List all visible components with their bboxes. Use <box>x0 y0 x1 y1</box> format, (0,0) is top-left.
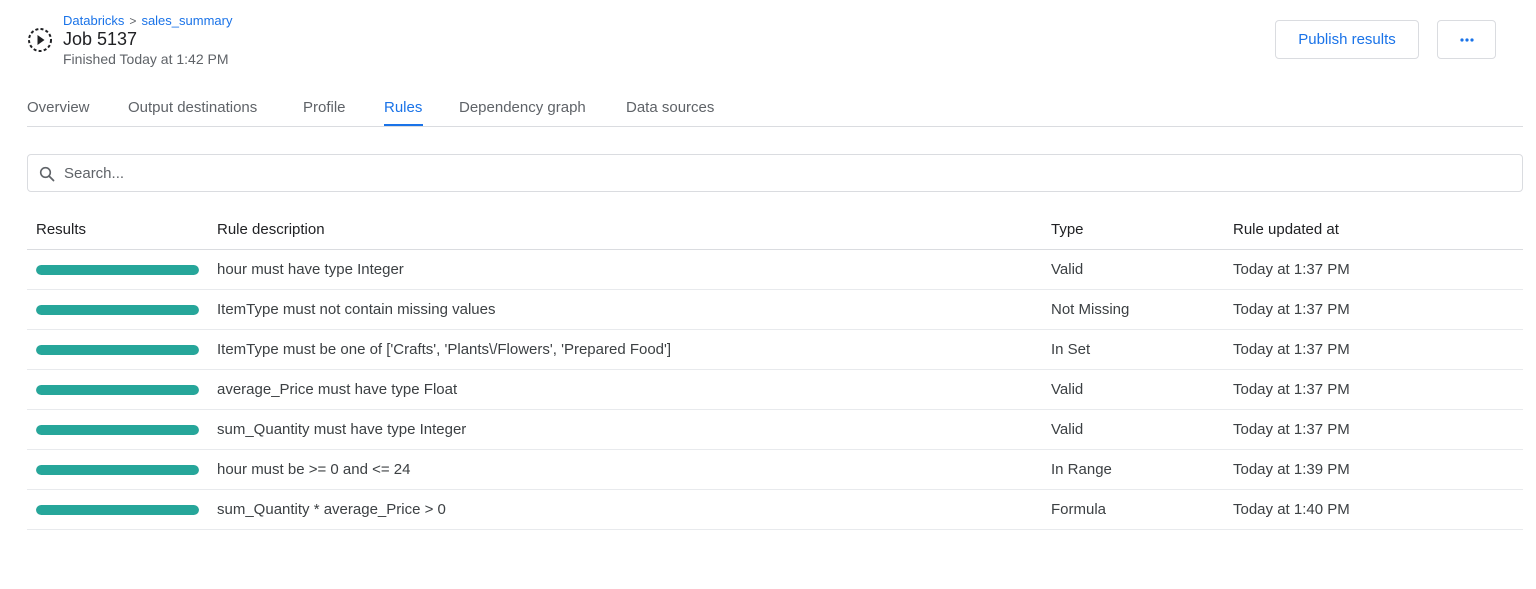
search-icon <box>39 166 55 182</box>
result-bar <box>36 385 199 395</box>
table-header: Results Rule description Type Rule updat… <box>27 210 1523 250</box>
table-row[interactable]: sum_Quantity * average_Price > 0 Formula… <box>27 490 1523 530</box>
rule-updated-at: Today at 1:37 PM <box>1233 341 1350 358</box>
result-bar <box>36 345 199 355</box>
tab-profile[interactable]: Profile <box>303 99 346 116</box>
breadcrumb-sales-summary[interactable]: sales_summary <box>141 13 232 28</box>
page-title: Job 5137 <box>63 29 138 49</box>
column-header-rule-updated-at[interactable]: Rule updated at <box>1233 210 1339 250</box>
result-bar <box>36 305 199 315</box>
rule-description: ItemType must be one of ['Crafts', 'Plan… <box>217 341 672 358</box>
rules-table: Results Rule description Type Rule updat… <box>27 210 1523 530</box>
play-circle-icon <box>28 28 52 52</box>
result-bar-fill <box>36 425 199 435</box>
column-header-type[interactable]: Type <box>1051 210 1084 250</box>
search-input[interactable] <box>64 160 1504 186</box>
result-bar <box>36 505 199 515</box>
rule-type: Valid <box>1051 381 1084 398</box>
tab-bar: Overview Output destinations Profile Rul… <box>27 96 1523 127</box>
rule-updated-at: Today at 1:37 PM <box>1233 301 1350 318</box>
result-bar <box>36 265 199 275</box>
tab-dependency-graph[interactable]: Dependency graph <box>459 99 586 116</box>
active-tab-indicator <box>384 124 423 126</box>
table-row[interactable]: average_Price must have type Float Valid… <box>27 370 1523 410</box>
rule-type: In Set <box>1051 341 1091 358</box>
more-horizontal-icon <box>1459 37 1474 42</box>
column-header-results[interactable]: Results <box>36 210 86 250</box>
table-row[interactable]: ItemType must not contain missing values… <box>27 290 1523 330</box>
rule-description: sum_Quantity * average_Price > 0 <box>217 501 446 518</box>
column-header-rule-description[interactable]: Rule description <box>217 210 325 250</box>
rule-description: average_Price must have type Float <box>217 381 458 398</box>
table-row[interactable]: ItemType must be one of ['Crafts', 'Plan… <box>27 330 1523 370</box>
more-options-button[interactable] <box>1437 20 1496 59</box>
result-bar-fill <box>36 265 199 275</box>
table-row[interactable]: hour must be >= 0 and <= 24 In Range Tod… <box>27 450 1523 490</box>
table-row[interactable]: hour must have type Integer Valid Today … <box>27 250 1523 290</box>
result-bar-fill <box>36 345 199 355</box>
job-status: Finished Today at 1:42 PM <box>63 51 229 67</box>
rule-updated-at: Today at 1:37 PM <box>1233 421 1350 438</box>
rule-description: hour must be >= 0 and <= 24 <box>217 461 411 478</box>
rule-type: Valid <box>1051 261 1084 278</box>
breadcrumb: Databricks > sales_summary <box>63 13 232 28</box>
search-box[interactable] <box>27 154 1523 192</box>
tab-output-destinations[interactable]: Output destinations <box>128 99 257 116</box>
rule-type: Formula <box>1051 501 1107 518</box>
rule-updated-at: Today at 1:37 PM <box>1233 381 1350 398</box>
rule-updated-at: Today at 1:40 PM <box>1233 501 1350 518</box>
rule-type: In Range <box>1051 461 1112 478</box>
result-bar <box>36 465 199 475</box>
result-bar-fill <box>36 465 199 475</box>
tab-overview[interactable]: Overview <box>27 99 90 116</box>
breadcrumb-databricks[interactable]: Databricks <box>63 13 124 28</box>
rule-updated-at: Today at 1:39 PM <box>1233 461 1350 478</box>
tab-data-sources[interactable]: Data sources <box>626 99 714 116</box>
job-page: Databricks > sales_summary Job 5137 Fini… <box>0 0 1536 589</box>
rule-updated-at: Today at 1:37 PM <box>1233 261 1350 278</box>
publish-results-button[interactable]: Publish results <box>1275 20 1419 59</box>
breadcrumb-separator: > <box>129 13 137 28</box>
result-bar <box>36 425 199 435</box>
tab-rules[interactable]: Rules <box>384 99 422 116</box>
result-bar-fill <box>36 305 199 315</box>
rule-description: sum_Quantity must have type Integer <box>217 421 467 438</box>
result-bar-fill <box>36 385 199 395</box>
rule-type: Valid <box>1051 421 1084 438</box>
rule-description: hour must have type Integer <box>217 261 404 278</box>
result-bar-fill <box>36 505 199 515</box>
rule-description: ItemType must not contain missing values <box>217 301 496 318</box>
rule-type: Not Missing <box>1051 301 1130 318</box>
table-row[interactable]: sum_Quantity must have type Integer Vali… <box>27 410 1523 450</box>
